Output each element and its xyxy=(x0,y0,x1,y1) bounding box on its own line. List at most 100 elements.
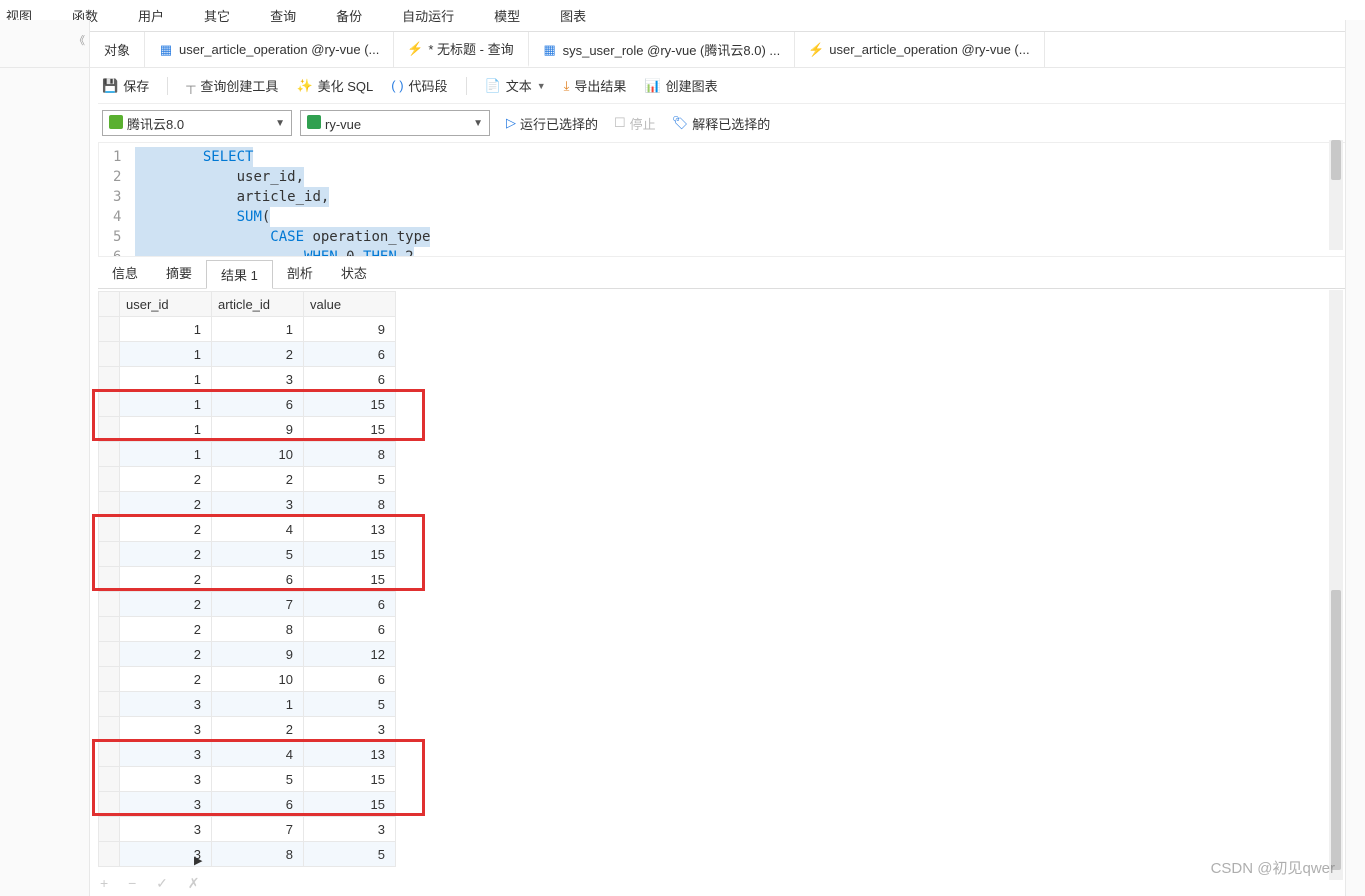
save-button[interactable]: 💾保存 xyxy=(102,76,149,95)
cell[interactable]: 8 xyxy=(304,442,396,467)
cell[interactable]: 15 xyxy=(304,767,396,792)
chart-button[interactable]: 📊创建图表 xyxy=(644,76,717,95)
grid-scrollbar[interactable] xyxy=(1329,290,1343,880)
cell[interactable]: 2 xyxy=(212,467,304,492)
row-header[interactable] xyxy=(99,742,120,767)
cell[interactable]: 2 xyxy=(212,342,304,367)
col-header[interactable]: user_id xyxy=(120,292,212,317)
table-row[interactable]: 3615 xyxy=(99,792,396,817)
server-select[interactable]: 腾讯云8.0 ▼ xyxy=(102,110,292,136)
cell[interactable]: 3 xyxy=(304,717,396,742)
cell[interactable]: 13 xyxy=(304,517,396,542)
menu-模型[interactable]: 模型 xyxy=(488,4,526,27)
row-header[interactable] xyxy=(99,342,120,367)
cell[interactable]: 15 xyxy=(304,542,396,567)
cell[interactable]: 8 xyxy=(304,492,396,517)
query-builder-button[interactable]: ┬查询创建工具 xyxy=(186,76,278,95)
row-header[interactable] xyxy=(99,767,120,792)
row-header[interactable] xyxy=(99,542,120,567)
row-header[interactable] xyxy=(99,592,120,617)
table-row[interactable]: 276 xyxy=(99,592,396,617)
cell[interactable]: 9 xyxy=(212,417,304,442)
cell[interactable]: 15 xyxy=(304,392,396,417)
table-row[interactable]: 1615 xyxy=(99,392,396,417)
cell[interactable]: 6 xyxy=(304,667,396,692)
cell[interactable]: 1 xyxy=(212,317,304,342)
cell[interactable]: 3 xyxy=(120,692,212,717)
footer-icons[interactable]: + − ✓ ✗ xyxy=(100,875,207,892)
menu-备份[interactable]: 备份 xyxy=(330,4,368,27)
table-row[interactable]: 2106 xyxy=(99,667,396,692)
result-grid[interactable]: user_idarticle_idvalue119126136161519151… xyxy=(98,291,1357,867)
cell[interactable]: 5 xyxy=(304,692,396,717)
cell[interactable]: 5 xyxy=(212,542,304,567)
row-header[interactable] xyxy=(99,817,120,842)
snippet-button[interactable]: ( )代码段 xyxy=(391,76,447,95)
cell[interactable]: 10 xyxy=(212,442,304,467)
cell[interactable]: 2 xyxy=(120,517,212,542)
row-header[interactable] xyxy=(99,442,120,467)
cell[interactable]: 6 xyxy=(304,367,396,392)
table-row[interactable]: 119 xyxy=(99,317,396,342)
cell[interactable]: 15 xyxy=(304,567,396,592)
row-header[interactable] xyxy=(99,642,120,667)
tab[interactable]: ⚡user_article_operation @ry-vue (... xyxy=(795,32,1044,67)
cell[interactable]: 5 xyxy=(212,767,304,792)
row-header[interactable] xyxy=(99,417,120,442)
database-select[interactable]: ry-vue ▼ xyxy=(300,110,490,136)
row-header[interactable] xyxy=(99,692,120,717)
cell[interactable]: 2 xyxy=(212,717,304,742)
cell[interactable]: 3 xyxy=(212,492,304,517)
row-header[interactable] xyxy=(99,317,120,342)
export-button[interactable]: ⤓导出结果 xyxy=(564,76,627,95)
result-tab[interactable]: 剖析 xyxy=(273,259,327,288)
table-row[interactable]: 3413 xyxy=(99,742,396,767)
tab[interactable]: 对象 xyxy=(90,32,145,67)
cell[interactable]: 1 xyxy=(120,392,212,417)
cell[interactable]: 5 xyxy=(304,842,396,867)
tab[interactable]: ▦sys_user_role @ry-vue (腾讯云8.0) ... xyxy=(529,32,796,67)
table-row[interactable]: 2615 xyxy=(99,567,396,592)
cell[interactable]: 13 xyxy=(304,742,396,767)
row-header[interactable] xyxy=(99,792,120,817)
result-tab[interactable]: 状态 xyxy=(327,259,381,288)
cell[interactable]: 15 xyxy=(304,792,396,817)
cell[interactable]: 3 xyxy=(120,767,212,792)
run-selected-button[interactable]: ▷运行已选择的 xyxy=(506,114,598,133)
table-row[interactable]: 286 xyxy=(99,617,396,642)
cell[interactable]: 6 xyxy=(304,342,396,367)
table-row[interactable]: 2515 xyxy=(99,542,396,567)
cell[interactable]: 12 xyxy=(304,642,396,667)
table-row[interactable]: 238 xyxy=(99,492,396,517)
result-table[interactable]: user_idarticle_idvalue119126136161519151… xyxy=(98,291,396,867)
result-tab[interactable]: 结果 1 xyxy=(206,260,273,289)
cell[interactable]: 5 xyxy=(304,467,396,492)
result-tab[interactable]: 信息 xyxy=(98,259,152,288)
col-header[interactable]: value xyxy=(304,292,396,317)
menu-其它[interactable]: 其它 xyxy=(198,4,236,27)
cell[interactable]: 1 xyxy=(120,317,212,342)
code-area[interactable]: SELECT user_id, article_id, SUM( CASE op… xyxy=(135,143,1356,256)
cell[interactable]: 7 xyxy=(212,817,304,842)
table-row[interactable]: 225 xyxy=(99,467,396,492)
cell[interactable]: 2 xyxy=(120,667,212,692)
row-header[interactable] xyxy=(99,617,120,642)
cell[interactable]: 3 xyxy=(120,817,212,842)
cell[interactable]: 2 xyxy=(120,492,212,517)
cell[interactable]: 6 xyxy=(212,567,304,592)
row-header[interactable] xyxy=(99,392,120,417)
cell[interactable]: 2 xyxy=(120,542,212,567)
menu-用户[interactable]: 用户 xyxy=(132,4,170,27)
cell[interactable]: 2 xyxy=(120,467,212,492)
table-row[interactable]: 126 xyxy=(99,342,396,367)
tab[interactable]: ▦user_article_operation @ry-vue (... xyxy=(145,32,394,67)
cell[interactable]: 1 xyxy=(120,417,212,442)
cell[interactable]: 6 xyxy=(304,592,396,617)
row-header[interactable] xyxy=(99,492,120,517)
table-row[interactable]: 373 xyxy=(99,817,396,842)
table-row[interactable]: 1915 xyxy=(99,417,396,442)
cell[interactable]: 3 xyxy=(304,817,396,842)
cell[interactable]: 7 xyxy=(212,592,304,617)
table-row[interactable]: 323 xyxy=(99,717,396,742)
table-row[interactable]: 1108 xyxy=(99,442,396,467)
